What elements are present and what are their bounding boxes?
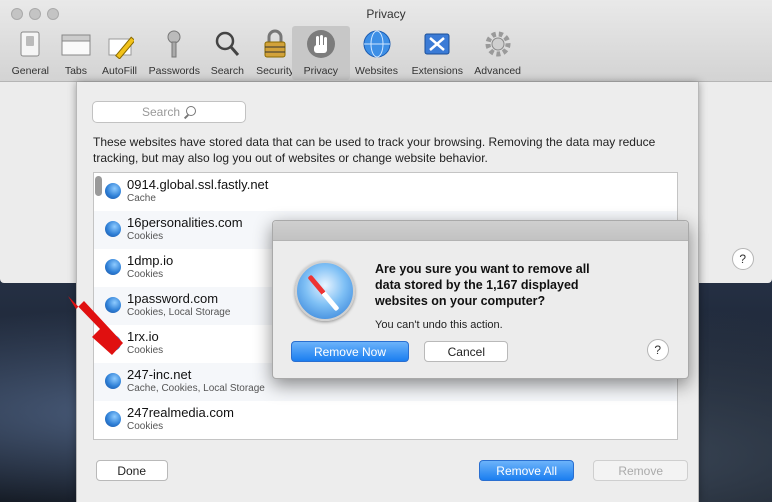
gear-icon <box>482 28 514 60</box>
search-placeholder: Search <box>141 105 181 119</box>
list-item[interactable]: 247realmedia.com Cookies <box>94 401 677 439</box>
toolbar-label: Privacy <box>303 65 339 77</box>
puzzle-icon <box>421 28 453 60</box>
site-data-kind: Cache <box>127 193 156 204</box>
window-title: Privacy <box>366 7 406 21</box>
dialog-titlebar <box>273 221 688 241</box>
globe-icon <box>105 335 121 351</box>
hand-icon <box>305 28 337 60</box>
toolbar-label: General <box>11 65 49 77</box>
lock-icon <box>259 28 291 60</box>
list-item[interactable]: 0914.global.ssl.fastly.net Cache <box>94 173 677 211</box>
search-icon <box>184 106 196 118</box>
toolbar-websites[interactable]: Websites <box>348 26 406 80</box>
toolbar-label: Extensions <box>411 65 463 77</box>
alert-message: Are you sure you want to remove all data… <box>375 262 590 308</box>
toolbar-label: AutoFill <box>101 65 137 77</box>
globe-icon <box>105 373 121 389</box>
switch-icon <box>14 28 46 60</box>
toolbar-label: Security <box>256 65 294 77</box>
toolbar-privacy[interactable]: Privacy <box>292 26 350 80</box>
search-input[interactable]: Search <box>92 101 246 123</box>
remove-button[interactable]: Remove <box>593 460 688 481</box>
toolbar-label: Search <box>210 65 244 77</box>
toolbar-label: Tabs <box>64 65 88 77</box>
preferences-help-button[interactable]: ? <box>732 248 754 270</box>
toolbar-passwords[interactable]: Passwords <box>145 26 203 80</box>
toolbar-label: Advanced <box>474 65 522 77</box>
globe-icon <box>105 259 121 275</box>
globe-icon <box>105 297 121 313</box>
toolbar-autofill[interactable]: AutoFill <box>90 26 148 80</box>
safari-compass-icon <box>295 261 355 321</box>
remove-now-button[interactable]: Remove Now <box>291 341 409 362</box>
confirm-remove-dialog: Are you sure you want to remove all data… <box>272 220 689 379</box>
alert-help-button[interactable]: ? <box>647 339 669 361</box>
done-button[interactable]: Done <box>96 460 168 481</box>
site-name: 247realmedia.com <box>127 405 234 420</box>
globe-icon <box>105 183 121 199</box>
globe-icon <box>361 28 393 60</box>
key-icon <box>158 28 190 60</box>
globe-icon <box>105 411 121 427</box>
globe-icon <box>105 221 121 237</box>
search-icon <box>211 28 243 60</box>
alert-subtext: You can't undo this action. <box>375 319 503 331</box>
site-data-kind: Cache, Cookies, Local Storage <box>127 383 265 394</box>
pencil-icon <box>103 28 135 60</box>
remove-all-button[interactable]: Remove All <box>479 460 574 481</box>
toolbar-advanced[interactable]: Advanced <box>469 26 527 80</box>
toolbar-label: Passwords <box>148 65 200 77</box>
site-name: 0914.global.ssl.fastly.net <box>127 177 269 192</box>
toolbar-extensions[interactable]: Extensions <box>408 26 466 80</box>
tabs-icon <box>60 28 92 60</box>
window-toolbar: Privacy General Tabs AutoFill Passwords <box>0 0 772 82</box>
cancel-button[interactable]: Cancel <box>424 341 508 362</box>
site-data-kind: Cookies <box>127 421 164 432</box>
toolbar-label: Websites <box>355 65 399 77</box>
explanation-text: These websites have stored data that can… <box>93 135 656 165</box>
